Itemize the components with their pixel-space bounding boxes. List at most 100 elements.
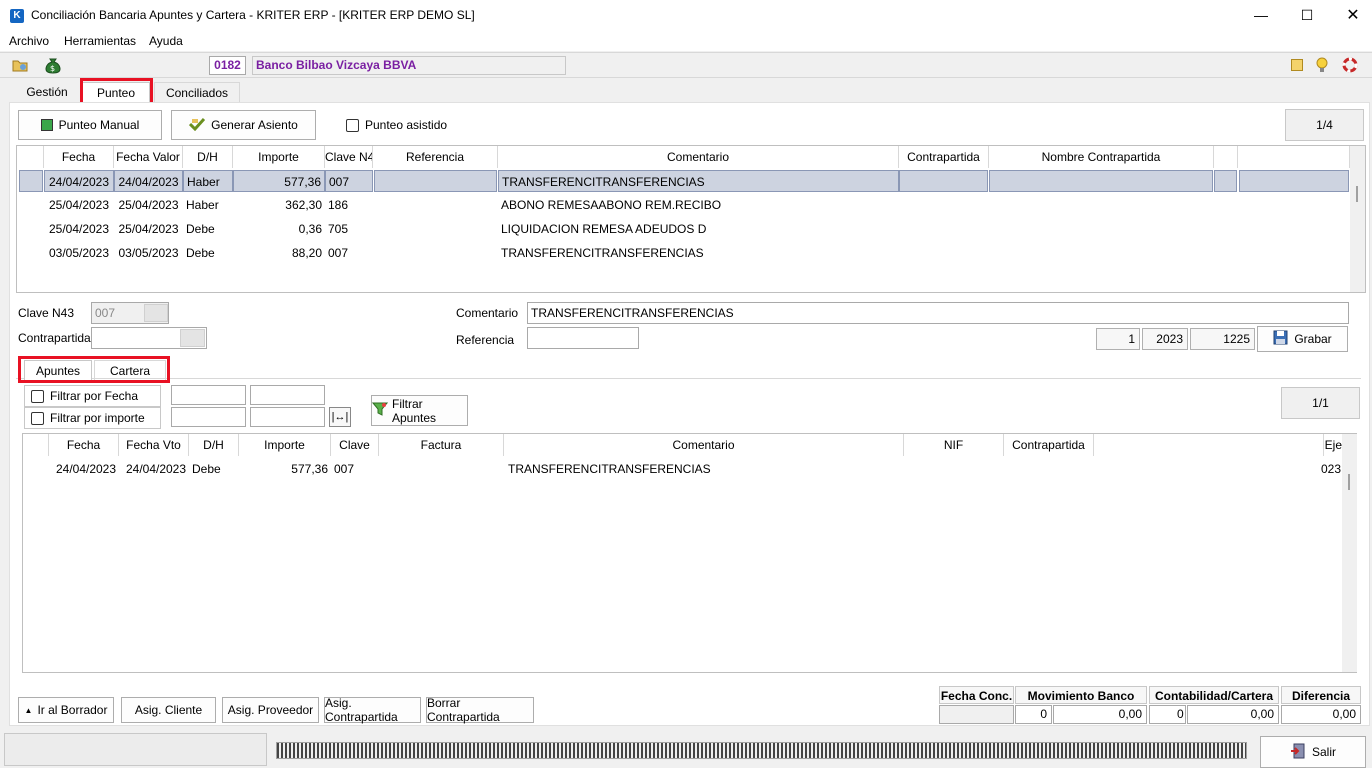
menu-archivo[interactable]: Archivo [9, 34, 49, 48]
header-ejercicio[interactable]: Eje [1324, 434, 1342, 456]
cell-contrapartida[interactable] [899, 170, 988, 192]
cell-dh[interactable]: Haber [183, 170, 233, 192]
filtrar-apuntes-button[interactable]: Filtrar Apuntes [371, 395, 468, 426]
cell-comentario[interactable]: TRANSFERENCITRANSFERENCIAS [508, 458, 904, 480]
header-referencia[interactable]: Referencia [373, 146, 498, 168]
vertical-scrollbar[interactable] [1350, 146, 1365, 292]
tab-conciliados[interactable]: Conciliados [154, 82, 240, 102]
help-life-ring-icon[interactable] [1342, 57, 1358, 73]
cell-importe[interactable]: 0,36 [233, 218, 322, 240]
checkbox-box[interactable] [31, 411, 44, 425]
lightbulb-icon[interactable] [1314, 56, 1330, 74]
range-arrows-icon[interactable]: |↔| [329, 407, 351, 427]
header-nombre-contrapartida[interactable]: Nombre Contrapartida [989, 146, 1214, 168]
cell-importe[interactable]: 577,36 [239, 458, 328, 480]
cell-fecha[interactable]: 25/04/2023 [44, 194, 114, 216]
cell-dh[interactable]: Debe [186, 242, 233, 264]
clave-lookup-button[interactable] [144, 304, 168, 322]
asig-proveedor-button[interactable]: Asig. Proveedor [222, 697, 319, 723]
asig-contrapartida-button[interactable]: Asig. Contrapartida [324, 696, 421, 724]
header-factura[interactable]: Factura [379, 434, 504, 456]
cell-fecha-vto[interactable]: 24/04/2023 [123, 458, 189, 480]
cell-fecha-valor[interactable]: 24/04/2023 [114, 170, 183, 192]
generar-asiento-button[interactable]: Generar Asiento [171, 110, 316, 140]
fecha-hasta-input[interactable] [250, 385, 325, 405]
importe-hasta-input[interactable] [250, 407, 325, 427]
maximize-icon[interactable]: ☐ [1284, 0, 1330, 31]
cell-clave[interactable]: 007 [334, 458, 379, 480]
cell-extra-2[interactable] [1239, 170, 1349, 192]
cell-fecha-valor[interactable]: 25/04/2023 [114, 218, 183, 240]
header-dh[interactable]: D/H [183, 146, 233, 168]
folder-icon[interactable] [12, 58, 28, 72]
num-field-3[interactable]: 1225 [1190, 328, 1255, 350]
header-clave-n43[interactable]: Clave N43 [325, 146, 373, 168]
scrollbar-thumb[interactable] [1356, 186, 1358, 202]
cell-ejercicio[interactable]: 023 [1313, 458, 1341, 480]
cell-comentario[interactable]: ABONO REMESAABONO REM.RECIBO [501, 194, 899, 216]
header-nif[interactable]: NIF [904, 434, 1004, 456]
row-indicator[interactable] [19, 170, 43, 192]
menu-herramientas[interactable]: Herramientas [64, 34, 136, 48]
cell-fecha[interactable]: 24/04/2023 [44, 170, 114, 192]
filtrar-fecha-checkbox[interactable]: Filtrar por Fecha [24, 385, 161, 407]
cell-dh[interactable]: Debe [186, 218, 233, 240]
scrollbar-thumb[interactable] [1348, 474, 1350, 490]
cell-comentario[interactable]: TRANSFERENCITRANSFERENCIAS [498, 170, 899, 192]
cell-extra-1[interactable] [1214, 170, 1237, 192]
asig-cliente-button[interactable]: Asig. Cliente [121, 697, 216, 723]
header-contrapartida[interactable]: Contrapartida [899, 146, 989, 168]
borrar-contrapartida-button[interactable]: Borrar Contrapartida [426, 696, 534, 724]
fecha-desde-input[interactable] [171, 385, 246, 405]
header-fecha[interactable]: Fecha [49, 434, 119, 456]
filtrar-importe-checkbox[interactable]: Filtrar por importe [24, 407, 161, 429]
cell-nombre-contrapartida[interactable] [989, 170, 1213, 192]
grabar-button[interactable]: Grabar [1257, 326, 1348, 352]
header-importe[interactable]: Importe [239, 434, 331, 456]
cell-clave[interactable]: 186 [328, 194, 373, 216]
punteo-manual-button[interactable]: Punteo Manual [18, 110, 162, 140]
close-icon[interactable]: ✕ [1330, 0, 1372, 31]
cell-fecha[interactable]: 25/04/2023 [44, 218, 114, 240]
header-comentario[interactable]: Comentario [504, 434, 904, 456]
header-fecha-valor[interactable]: Fecha Valor [114, 146, 183, 168]
vertical-scrollbar[interactable] [1342, 434, 1357, 672]
cell-clave[interactable]: 007 [325, 170, 373, 192]
ir-al-borrador-button[interactable]: ▲ Ir al Borrador [18, 697, 114, 723]
header-clave[interactable]: Clave [331, 434, 379, 456]
num-field-2[interactable]: 2023 [1142, 328, 1188, 350]
header-dh[interactable]: D/H [189, 434, 239, 456]
num-field-1[interactable]: 1 [1096, 328, 1140, 350]
checkbox-box[interactable] [346, 118, 359, 132]
header-contrapartida[interactable]: Contrapartida [1004, 434, 1094, 456]
cell-dh[interactable]: Debe [192, 458, 239, 480]
importe-desde-input[interactable] [171, 407, 246, 427]
cell-importe[interactable]: 577,36 [233, 170, 325, 192]
salir-button[interactable]: Salir [1260, 736, 1366, 768]
cell-referencia[interactable] [374, 170, 497, 192]
cell-importe[interactable]: 88,20 [233, 242, 322, 264]
cell-clave[interactable]: 705 [328, 218, 373, 240]
header-importe[interactable]: Importe [233, 146, 325, 168]
punteo-asistido-checkbox[interactable]: Punteo asistido [346, 118, 447, 132]
cell-fecha[interactable]: 24/04/2023 [53, 458, 119, 480]
header-fecha[interactable]: Fecha [44, 146, 114, 168]
cell-fecha-valor[interactable]: 25/04/2023 [114, 194, 183, 216]
comentario-field[interactable]: TRANSFERENCITRANSFERENCIAS [527, 302, 1349, 324]
cell-fecha[interactable]: 03/05/2023 [44, 242, 114, 264]
checkbox-box[interactable] [31, 389, 44, 403]
minimize-icon[interactable]: — [1238, 0, 1284, 31]
header-fecha-vto[interactable]: Fecha Vto [119, 434, 189, 456]
menu-ayuda[interactable]: Ayuda [149, 34, 183, 48]
cell-dh[interactable]: Haber [186, 194, 233, 216]
header-comentario[interactable]: Comentario [498, 146, 899, 168]
cell-comentario[interactable]: TRANSFERENCITRANSFERENCIAS [501, 242, 899, 264]
cell-importe[interactable]: 362,30 [233, 194, 322, 216]
cell-clave[interactable]: 007 [328, 242, 373, 264]
cell-fecha-valor[interactable]: 03/05/2023 [114, 242, 183, 264]
note-icon[interactable] [1291, 59, 1303, 71]
contrapartida-lookup-button[interactable] [180, 329, 205, 347]
money-bag-icon[interactable]: $ [44, 56, 62, 74]
bank-code-field[interactable]: 0182 [209, 56, 246, 75]
cell-comentario[interactable]: LIQUIDACION REMESA ADEUDOS D [501, 218, 899, 240]
